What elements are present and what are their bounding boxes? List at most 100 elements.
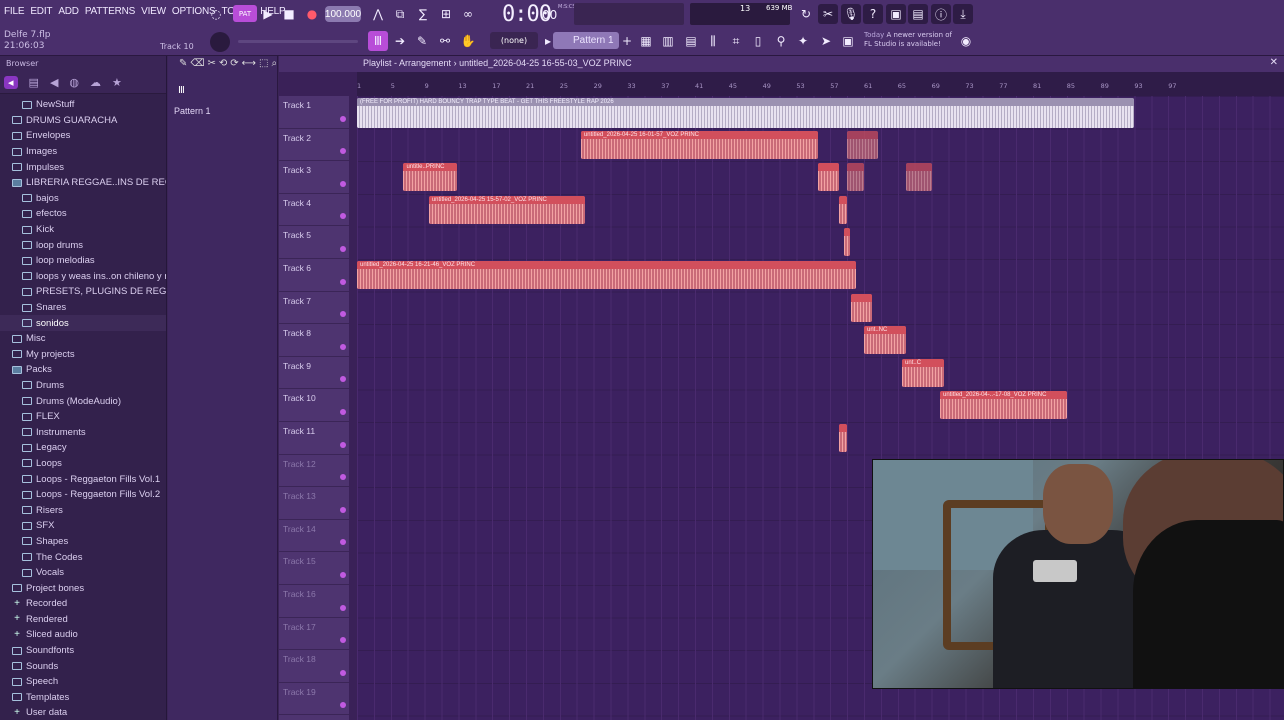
track-mute-led[interactable] bbox=[340, 115, 346, 122]
save-icon[interactable]: ▣ bbox=[886, 4, 906, 24]
browser-item[interactable]: Misc bbox=[0, 331, 166, 347]
track-header[interactable]: Track 3 bbox=[279, 161, 349, 194]
record-icon[interactable]: ● bbox=[302, 4, 322, 24]
browser-item[interactable]: Project bones bbox=[0, 580, 166, 596]
track-header[interactable]: Track 7 bbox=[279, 292, 349, 325]
track-header[interactable]: Track 9 bbox=[279, 357, 349, 390]
browser-item[interactable]: bajos bbox=[0, 191, 166, 207]
picker-icon[interactable]: Ⅲ bbox=[178, 85, 185, 96]
browser-item[interactable]: Templates bbox=[0, 690, 166, 706]
browser-item[interactable]: loops y weas ins..on chileno y mas bbox=[0, 269, 166, 285]
audio-clip[interactable]: (FREE FOR PROFIT) HARD BOUNCY TRAP TYPE … bbox=[357, 98, 1135, 128]
pattern-selector[interactable]: Pattern 1 bbox=[553, 32, 619, 49]
browser-item[interactable]: Loops bbox=[0, 456, 166, 472]
track-header[interactable]: Track 17 bbox=[279, 618, 349, 651]
track-header[interactable]: Track 16 bbox=[279, 585, 349, 618]
tag-icon[interactable]: ➤ bbox=[816, 31, 836, 51]
track-mute-led[interactable] bbox=[340, 637, 346, 644]
browser-item[interactable]: DRUMS GUARACHA bbox=[0, 113, 166, 129]
pencil-icon[interactable]: ✎ bbox=[412, 31, 432, 51]
browser-item[interactable]: Legacy bbox=[0, 440, 166, 456]
browser-item[interactable]: + User data bbox=[0, 705, 166, 720]
track-header[interactable]: Track 2 bbox=[279, 129, 349, 162]
plugin-db-icon[interactable]: ⌗ bbox=[726, 31, 746, 51]
browser-favorites-icon[interactable]: ★ bbox=[112, 76, 122, 89]
track-mute-led[interactable] bbox=[340, 604, 346, 611]
browser-item[interactable]: Drums bbox=[0, 378, 166, 394]
pattern-song-toggle[interactable]: PAT bbox=[233, 5, 257, 22]
audio-clip[interactable] bbox=[838, 195, 848, 224]
track-header[interactable]: Track 12 bbox=[279, 455, 349, 488]
browser-item[interactable]: Drums (ModeAudio) bbox=[0, 393, 166, 409]
browser-item[interactable]: Risers bbox=[0, 502, 166, 518]
channel-rack-icon[interactable]: ▦ bbox=[636, 31, 656, 51]
cut-icon[interactable]: ✂ bbox=[818, 4, 838, 24]
browser-item[interactable]: The Codes bbox=[0, 549, 166, 565]
track-header[interactable]: Track 10 bbox=[279, 389, 349, 422]
browser-item[interactable]: SFX bbox=[0, 518, 166, 534]
snap-selector[interactable]: (none) bbox=[490, 32, 538, 49]
browser-projects-icon[interactable]: ◍ bbox=[69, 76, 79, 89]
audio-clip[interactable]: untitle..PRINC bbox=[403, 163, 457, 192]
browser-item[interactable]: + Sliced audio bbox=[0, 627, 166, 643]
timeline-ruler[interactable]: 1 5 9 13 17 21 25 29 33 37 41 45 49 53 57 61 65 69 73 77 81 8… bbox=[357, 72, 1284, 96]
audio-clip[interactable] bbox=[847, 130, 878, 159]
mic-icon[interactable]: 🎙 bbox=[841, 4, 861, 24]
menu-view[interactable]: VIEW bbox=[141, 6, 166, 17]
track-header[interactable]: Track 11 bbox=[279, 422, 349, 455]
step-edit-icon[interactable]: ⊞ bbox=[436, 4, 456, 24]
tool-icon[interactable]: ⚲ bbox=[771, 31, 791, 51]
browser-plugins-icon[interactable]: ◀ bbox=[50, 76, 58, 89]
hand-icon[interactable]: ✋ bbox=[458, 31, 478, 51]
track-mute-led[interactable] bbox=[340, 376, 346, 383]
track-header[interactable]: Track 6 bbox=[279, 259, 349, 292]
browser-all-icon[interactable]: ◂ bbox=[4, 76, 18, 89]
track-mute-led[interactable] bbox=[340, 148, 346, 155]
track-mute-led[interactable] bbox=[340, 474, 346, 481]
browser-item[interactable]: Envelopes bbox=[0, 128, 166, 144]
audio-clip[interactable] bbox=[838, 424, 848, 452]
track-header[interactable]: Track 8 bbox=[279, 324, 349, 357]
undo-icon[interactable]: ↻ bbox=[796, 4, 816, 24]
track-mute-led[interactable] bbox=[340, 343, 346, 350]
browser-item[interactable]: PRESETS, PLUGINS DE REGALO bbox=[0, 284, 166, 300]
audio-clip[interactable]: unt..NC bbox=[864, 326, 907, 355]
track-header[interactable]: Track 13 bbox=[279, 487, 349, 520]
play-icon[interactable]: ▶ bbox=[258, 4, 278, 24]
audio-clip[interactable] bbox=[817, 163, 839, 192]
track-mute-led[interactable] bbox=[340, 213, 346, 220]
browser-item[interactable]: Soundfonts bbox=[0, 643, 166, 659]
browser-cloud-icon[interactable]: ☁ bbox=[90, 76, 101, 89]
audio-clip[interactable]: untitled_2026-04-25 15-57-02_VOZ PRINC bbox=[428, 195, 586, 224]
track-mute-led[interactable] bbox=[340, 669, 346, 676]
playlist-close-icon[interactable]: ✕ bbox=[1270, 57, 1278, 68]
browser-item[interactable]: Packs bbox=[0, 362, 166, 378]
magic-icon[interactable]: ✦ bbox=[793, 31, 813, 51]
track-mute-led[interactable] bbox=[340, 571, 346, 578]
audio-clip[interactable]: untitled_2026-04-..-17-08_VOZ PRINC bbox=[940, 391, 1067, 420]
track-header[interactable]: Track 19 bbox=[279, 683, 349, 716]
playlist-view-icon[interactable]: Ⅲ bbox=[368, 31, 388, 51]
globe-icon[interactable]: ◉ bbox=[956, 31, 976, 51]
track-mute-led[interactable] bbox=[340, 441, 346, 448]
arrow-right-icon[interactable]: ➔ bbox=[390, 31, 410, 51]
browser-item[interactable]: Kick bbox=[0, 222, 166, 238]
track-header[interactable]: Track 5 bbox=[279, 226, 349, 259]
menu-patterns[interactable]: PATTERNS bbox=[85, 6, 135, 17]
add-pattern-icon[interactable]: + bbox=[617, 31, 637, 51]
menu-file[interactable]: FILE bbox=[4, 6, 25, 17]
info-icon[interactable]: ⓘ bbox=[931, 4, 951, 24]
clip-icon[interactable]: ▯ bbox=[748, 31, 768, 51]
browser-item[interactable]: Loops - Reggaeton Fills Vol.1 bbox=[0, 471, 166, 487]
stop-icon[interactable]: ■ bbox=[279, 4, 299, 24]
track-mute-led[interactable] bbox=[340, 702, 346, 709]
picker-pattern-item[interactable]: Pattern 1 bbox=[174, 106, 211, 116]
menu-add[interactable]: ADD bbox=[58, 6, 79, 17]
browser-item[interactable]: + Rendered bbox=[0, 612, 166, 628]
browser-item[interactable]: Loops - Reggaeton Fills Vol.2 bbox=[0, 487, 166, 503]
browser-item[interactable]: + Recorded bbox=[0, 596, 166, 612]
audio-clip[interactable] bbox=[851, 293, 873, 322]
playlist-tools[interactable]: ✎⌫✂⟲⟳⟷⬚⌕ bbox=[179, 58, 280, 69]
browser-files-icon[interactable]: ▤ bbox=[29, 76, 39, 89]
tempo-display[interactable]: 100.000 bbox=[325, 6, 361, 22]
